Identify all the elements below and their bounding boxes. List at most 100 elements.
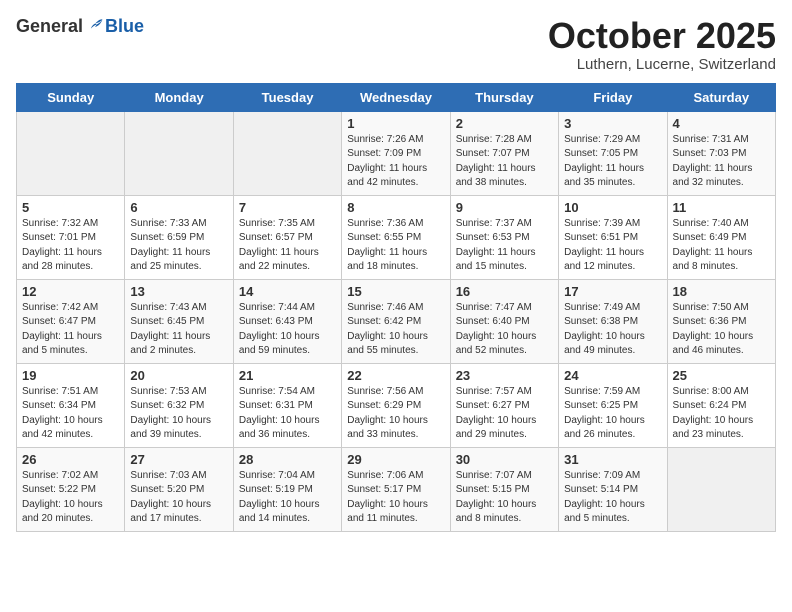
day-info: Sunrise: 7:54 AM Sunset: 6:31 PM Dayligh… <box>239 385 336 443</box>
day-info: Sunrise: 7:43 AM Sunset: 6:45 PM Dayligh… <box>130 301 227 359</box>
page-header: General Blue October 2025 Luthern, Lucer… <box>16 16 776 73</box>
calendar-cell: 24 Sunrise: 7:59 AM Sunset: 6:25 PM Dayli… <box>559 363 667 447</box>
day-number: 3 <box>564 116 661 131</box>
calendar-cell: 4Sunrise: 7:31 AM Sunset: 7:03 PM Daylig… <box>667 111 775 195</box>
day-info: Sunrise: 7:03 AM Sunset: 5:20 PM Dayligh… <box>130 469 227 527</box>
day-number: 11 <box>673 200 770 215</box>
calendar-cell: 2 Sunrise: 7:28 AM Sunset: 7:07 PM Daylig… <box>450 111 558 195</box>
day-number: 24 <box>564 368 661 383</box>
day-number: 13 <box>130 284 227 299</box>
day-number: 27 <box>130 452 227 467</box>
calendar-cell <box>667 447 775 531</box>
calendar-cell: 12 Sunrise: 7:42 AM Sunset: 6:47 PM Dayli… <box>17 279 125 363</box>
day-info: Sunrise: 7:59 AM Sunset: 6:25 PM Dayligh… <box>564 385 661 443</box>
week-row-3: 12 Sunrise: 7:42 AM Sunset: 6:47 PM Dayli… <box>17 279 776 363</box>
weekday-sunday: Sunday <box>17 83 125 111</box>
calendar-cell: 26Sunrise: 7:02 AM Sunset: 5:22 PM Dayli… <box>17 447 125 531</box>
week-row-1: 1 Sunrise: 7:26 AM Sunset: 7:09 PM Daylig… <box>17 111 776 195</box>
calendar-cell: 30Sunrise: 7:07 AM Sunset: 5:15 PM Dayli… <box>450 447 558 531</box>
day-number: 12 <box>22 284 119 299</box>
day-number: 21 <box>239 368 336 383</box>
day-info: Sunrise: 7:06 AM Sunset: 5:17 PM Dayligh… <box>347 469 444 527</box>
month-title: October 2025 <box>548 16 776 56</box>
weekday-monday: Monday <box>125 83 233 111</box>
day-info: Sunrise: 7:31 AM Sunset: 7:03 PM Dayligh… <box>673 133 770 191</box>
day-number: 10 <box>564 200 661 215</box>
calendar-cell: 29 Sunrise: 7:06 AM Sunset: 5:17 PM Dayli… <box>342 447 450 531</box>
calendar-cell: 17 Sunrise: 7:49 AM Sunset: 6:38 PM Dayli… <box>559 279 667 363</box>
day-info: Sunrise: 7:28 AM Sunset: 7:07 PM Dayligh… <box>456 133 553 191</box>
calendar-cell: 31Sunrise: 7:09 AM Sunset: 5:14 PM Dayli… <box>559 447 667 531</box>
day-info: Sunrise: 7:35 AM Sunset: 6:57 PM Dayligh… <box>239 217 336 275</box>
calendar-cell: 1 Sunrise: 7:26 AM Sunset: 7:09 PM Daylig… <box>342 111 450 195</box>
day-info: Sunrise: 7:44 AM Sunset: 6:43 PM Dayligh… <box>239 301 336 359</box>
day-info: Sunrise: 7:50 AM Sunset: 6:36 PM Dayligh… <box>673 301 770 359</box>
calendar-cell: 13 Sunrise: 7:43 AM Sunset: 6:45 PM Dayli… <box>125 279 233 363</box>
weekday-friday: Friday <box>559 83 667 111</box>
day-info: Sunrise: 7:32 AM Sunset: 7:01 PM Dayligh… <box>22 217 119 275</box>
day-number: 31 <box>564 452 661 467</box>
day-number: 23 <box>456 368 553 383</box>
calendar-cell: 20Sunrise: 7:53 AM Sunset: 6:32 PM Dayli… <box>125 363 233 447</box>
day-number: 28 <box>239 452 336 467</box>
weekday-wednesday: Wednesday <box>342 83 450 111</box>
day-info: Sunrise: 7:39 AM Sunset: 6:51 PM Dayligh… <box>564 217 661 275</box>
calendar-cell: 3 Sunrise: 7:29 AM Sunset: 7:05 PM Daylig… <box>559 111 667 195</box>
day-number: 7 <box>239 200 336 215</box>
day-info: Sunrise: 7:56 AM Sunset: 6:29 PM Dayligh… <box>347 385 444 443</box>
calendar-cell: 14Sunrise: 7:44 AM Sunset: 6:43 PM Dayli… <box>233 279 341 363</box>
calendar-cell: 11 Sunrise: 7:40 AM Sunset: 6:49 PM Dayli… <box>667 195 775 279</box>
day-info: Sunrise: 7:47 AM Sunset: 6:40 PM Dayligh… <box>456 301 553 359</box>
calendar-cell: 22Sunrise: 7:56 AM Sunset: 6:29 PM Dayli… <box>342 363 450 447</box>
calendar-cell: 16Sunrise: 7:47 AM Sunset: 6:40 PM Dayli… <box>450 279 558 363</box>
week-row-2: 5 Sunrise: 7:32 AM Sunset: 7:01 PM Daylig… <box>17 195 776 279</box>
calendar-cell: 8 Sunrise: 7:36 AM Sunset: 6:55 PM Daylig… <box>342 195 450 279</box>
day-info: Sunrise: 7:26 AM Sunset: 7:09 PM Dayligh… <box>347 133 444 191</box>
day-number: 25 <box>673 368 770 383</box>
day-number: 19 <box>22 368 119 383</box>
calendar-cell: 27 Sunrise: 7:03 AM Sunset: 5:20 PM Dayli… <box>125 447 233 531</box>
week-row-4: 19 Sunrise: 7:51 AM Sunset: 6:34 PM Dayli… <box>17 363 776 447</box>
week-row-5: 26Sunrise: 7:02 AM Sunset: 5:22 PM Dayli… <box>17 447 776 531</box>
day-number: 17 <box>564 284 661 299</box>
day-info: Sunrise: 7:57 AM Sunset: 6:27 PM Dayligh… <box>456 385 553 443</box>
day-info: Sunrise: 7:51 AM Sunset: 6:34 PM Dayligh… <box>22 385 119 443</box>
day-number: 5 <box>22 200 119 215</box>
day-number: 8 <box>347 200 444 215</box>
day-info: Sunrise: 7:46 AM Sunset: 6:42 PM Dayligh… <box>347 301 444 359</box>
day-info: Sunrise: 7:33 AM Sunset: 6:59 PM Dayligh… <box>130 217 227 275</box>
calendar-cell: 9Sunrise: 7:37 AM Sunset: 6:53 PM Daylig… <box>450 195 558 279</box>
day-info: Sunrise: 7:53 AM Sunset: 6:32 PM Dayligh… <box>130 385 227 443</box>
calendar-cell <box>233 111 341 195</box>
location-text: Luthern, Lucerne, Switzerland <box>548 56 776 73</box>
day-number: 2 <box>456 116 553 131</box>
day-info: Sunrise: 8:00 AM Sunset: 6:24 PM Dayligh… <box>673 385 770 443</box>
day-info: Sunrise: 7:02 AM Sunset: 5:22 PM Dayligh… <box>22 469 119 527</box>
day-info: Sunrise: 7:36 AM Sunset: 6:55 PM Dayligh… <box>347 217 444 275</box>
calendar-cell: 15Sunrise: 7:46 AM Sunset: 6:42 PM Dayli… <box>342 279 450 363</box>
day-number: 30 <box>456 452 553 467</box>
calendar-cell <box>17 111 125 195</box>
calendar-table: SundayMondayTuesdayWednesdayThursdayFrid… <box>16 83 776 532</box>
logo: General Blue <box>16 16 144 37</box>
weekday-tuesday: Tuesday <box>233 83 341 111</box>
day-info: Sunrise: 7:29 AM Sunset: 7:05 PM Dayligh… <box>564 133 661 191</box>
calendar-cell: 7 Sunrise: 7:35 AM Sunset: 6:57 PM Daylig… <box>233 195 341 279</box>
day-info: Sunrise: 7:04 AM Sunset: 5:19 PM Dayligh… <box>239 469 336 527</box>
day-info: Sunrise: 7:40 AM Sunset: 6:49 PM Dayligh… <box>673 217 770 275</box>
day-number: 1 <box>347 116 444 131</box>
day-info: Sunrise: 7:49 AM Sunset: 6:38 PM Dayligh… <box>564 301 661 359</box>
calendar-cell: 28 Sunrise: 7:04 AM Sunset: 5:19 PM Dayli… <box>233 447 341 531</box>
weekday-thursday: Thursday <box>450 83 558 111</box>
calendar-cell: 10 Sunrise: 7:39 AM Sunset: 6:51 PM Dayli… <box>559 195 667 279</box>
calendar-cell: 5 Sunrise: 7:32 AM Sunset: 7:01 PM Daylig… <box>17 195 125 279</box>
title-block: October 2025 Luthern, Lucerne, Switzerla… <box>548 16 776 73</box>
day-number: 18 <box>673 284 770 299</box>
weekday-header-row: SundayMondayTuesdayWednesdayThursdayFrid… <box>17 83 776 111</box>
calendar-cell: 25 Sunrise: 8:00 AM Sunset: 6:24 PM Dayli… <box>667 363 775 447</box>
calendar-cell: 19 Sunrise: 7:51 AM Sunset: 6:34 PM Dayli… <box>17 363 125 447</box>
day-number: 29 <box>347 452 444 467</box>
day-info: Sunrise: 7:42 AM Sunset: 6:47 PM Dayligh… <box>22 301 119 359</box>
day-info: Sunrise: 7:37 AM Sunset: 6:53 PM Dayligh… <box>456 217 553 275</box>
calendar-cell: 6Sunrise: 7:33 AM Sunset: 6:59 PM Daylig… <box>125 195 233 279</box>
